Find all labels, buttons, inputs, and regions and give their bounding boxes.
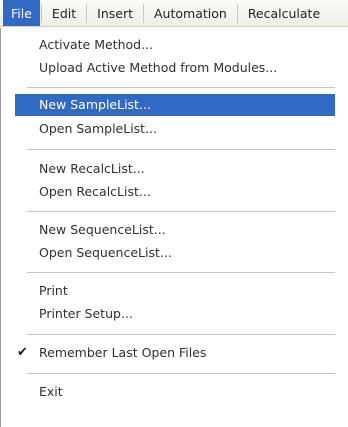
menu-item-label: Open RecalcList...: [39, 184, 151, 199]
checkmark-icon: ✔: [17, 345, 28, 360]
menu-item-exit[interactable]: Exit: [1, 381, 341, 403]
menu-item-label: New SampleList...: [39, 97, 151, 112]
menu-edit[interactable]: Edit: [43, 0, 85, 26]
menu-item-label: Open SampleList...: [39, 121, 157, 136]
menu-item-activate-method[interactable]: Activate Method...: [1, 34, 341, 56]
menu-bar-separator: [40, 3, 42, 23]
menu-recalculate[interactable]: Recalculate: [239, 0, 329, 26]
menu-separator: [27, 373, 335, 375]
menu-bar-separator: [236, 3, 238, 23]
menu-item-upload-active-method[interactable]: Upload Active Method from Modules...: [1, 57, 341, 79]
menu-insert[interactable]: Insert: [88, 0, 142, 26]
menu-file[interactable]: File: [3, 0, 40, 26]
menu-item-printer-setup[interactable]: Printer Setup...: [1, 303, 341, 325]
menu-separator: [27, 211, 335, 213]
menu-item-print[interactable]: Print: [1, 280, 341, 302]
menu-bar-separator: [86, 3, 88, 23]
menu-automation[interactable]: Automation: [145, 0, 236, 26]
menu-bar: File Edit Insert Automation Recalculate: [0, 0, 348, 27]
menu-item-label: Upload Active Method from Modules...: [39, 60, 278, 75]
menu-item-label: New SequenceList...: [39, 222, 166, 237]
menu-item-open-samplelist[interactable]: Open SampleList...: [1, 118, 341, 140]
menu-item-label: New RecalcList...: [39, 161, 145, 176]
menu-separator: [27, 149, 335, 151]
menu-item-label: Activate Method...: [39, 37, 154, 52]
menu-separator: [27, 334, 335, 336]
menu-item-label: Printer Setup...: [39, 306, 133, 321]
menu-item-new-samplelist[interactable]: New SampleList...: [15, 94, 335, 116]
menu-item-remember-last-open-files[interactable]: ✔ Remember Last Open Files: [1, 342, 341, 364]
menu-item-open-recalclist[interactable]: Open RecalcList...: [1, 181, 341, 203]
menu-separator: [27, 272, 335, 274]
menu-item-label: Exit: [39, 384, 63, 399]
menu-item-label: Remember Last Open Files: [39, 345, 207, 360]
menu-item-open-sequencelist[interactable]: Open SequenceList...: [1, 242, 341, 264]
menu-item-new-sequencelist[interactable]: New SequenceList...: [1, 219, 341, 241]
menu-item-new-recalclist[interactable]: New RecalcList...: [1, 158, 341, 180]
menu-item-label: Print: [39, 283, 68, 298]
menu-item-label: Open SequenceList...: [39, 245, 172, 260]
menu-separator: [27, 87, 335, 89]
menu-bar-separator: [143, 3, 144, 23]
file-menu-dropdown: Activate Method... Upload Active Method …: [0, 28, 340, 427]
